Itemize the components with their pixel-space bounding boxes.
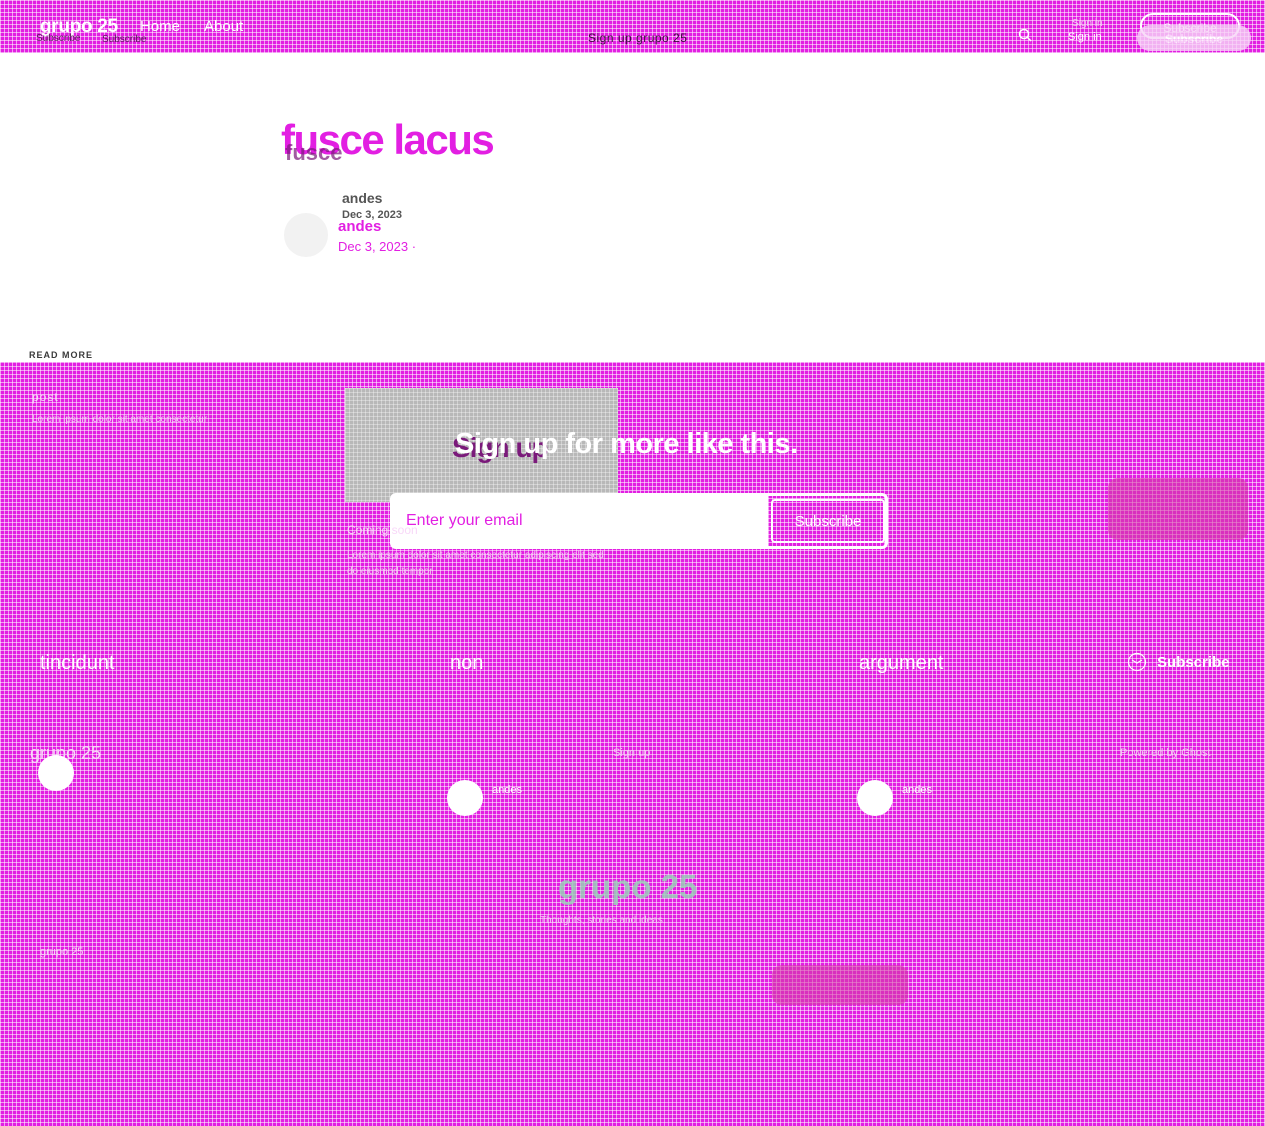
- signin-link[interactable]: Sign in: [1068, 31, 1102, 43]
- search-icon[interactable]: [1018, 28, 1032, 42]
- email-field[interactable]: [392, 496, 768, 546]
- decor-blob: [1108, 478, 1248, 540]
- signup-heading: Sign up for more like this.: [455, 428, 798, 460]
- footer-copyright: grupo 25: [40, 946, 84, 958]
- author-dot-label[interactable]: andes: [902, 784, 932, 796]
- post-date: Dec 3, 2023 ·: [338, 239, 417, 254]
- header-subscribe-button[interactable]: Subscribe: [1137, 25, 1251, 51]
- footer-tagline: Thoughts, stories and ideas: [540, 915, 663, 926]
- footer-mid-text: Sign up: [613, 747, 651, 759]
- lower-section: [0, 362, 1265, 1126]
- post-title-ghost: fusce: [285, 140, 343, 165]
- section-ghost-text: Lorem ipsum dolor sit amet consectetur: [32, 414, 208, 425]
- signin-ghost-text: Sign in: [1072, 18, 1103, 29]
- decor-blob: [772, 965, 908, 1005]
- subscribe-submit-button[interactable]: Subscribe: [771, 499, 885, 543]
- tag-link-3[interactable]: argument: [859, 652, 944, 675]
- author-name[interactable]: andes: [338, 218, 381, 235]
- read-more-label[interactable]: READ MORE: [29, 350, 93, 360]
- upcoming-ghost-text: Lorem ipsum dolor sit amet consectetur a…: [347, 550, 604, 577]
- logo-ghost-text: Subscribe: [36, 33, 81, 44]
- footer-subscribe-link[interactable]: Subscribe: [1157, 654, 1230, 671]
- upcoming-ghost-heading: Coming soon: [347, 523, 418, 537]
- subscribe-icon: [1127, 652, 1147, 672]
- site-header: grupo 25 Subscribe Home Subscribe About …: [0, 0, 1265, 53]
- author-avatar-dot[interactable]: [38, 755, 74, 791]
- section-ghost-heading: post: [32, 390, 59, 404]
- center-ghost-text: Sign up grupo 25: [588, 31, 688, 45]
- author-ghost: andes: [342, 190, 383, 206]
- footer-big-brand[interactable]: grupo 25: [558, 868, 697, 906]
- author-avatar-dot[interactable]: [857, 780, 893, 816]
- nav-home[interactable]: Home: [140, 18, 180, 35]
- author-avatar-dot[interactable]: [447, 780, 483, 816]
- author-avatar[interactable]: [284, 213, 328, 257]
- nav-about[interactable]: About: [204, 18, 243, 35]
- nav-ghost-text: Subscribe: [102, 34, 147, 45]
- tag-link-1[interactable]: tincidunt: [40, 652, 115, 675]
- author-dot-label[interactable]: andes: [492, 784, 522, 796]
- tag-link-2[interactable]: non: [450, 652, 483, 675]
- footer-powered-by[interactable]: Powered by Ghost: [1120, 747, 1211, 759]
